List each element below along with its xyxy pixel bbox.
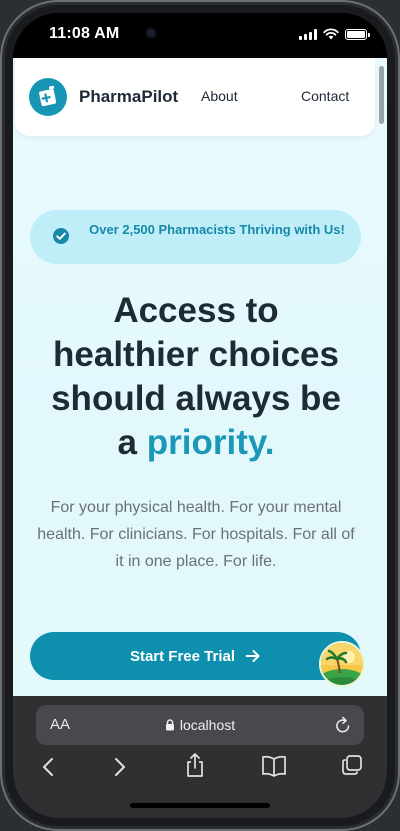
vertical-scrollbar[interactable] <box>379 66 384 124</box>
hero-title-line-1: Access to <box>113 291 279 330</box>
assistant-avatar-icon[interactable] <box>319 641 365 687</box>
brand-name[interactable]: PharmaPilot <box>79 87 178 107</box>
back-icon[interactable] <box>41 756 55 778</box>
hero-title-highlight: priority. <box>146 423 275 462</box>
reload-icon[interactable] <box>334 715 352 735</box>
hero-title-line-3: should always be <box>51 379 341 418</box>
hero-title-line-2: healthier choices <box>53 335 339 374</box>
wifi-icon <box>323 28 339 40</box>
hero-title-prefix: a <box>117 423 138 462</box>
status-bar: 11:08 AM <box>13 13 387 58</box>
forward-icon[interactable] <box>113 756 127 778</box>
lock-icon <box>165 719 174 731</box>
home-indicator[interactable] <box>130 803 270 808</box>
badge-text: Over 2,500 Pharmacists Thriving with Us! <box>89 222 345 237</box>
browser-toolbar: AA localhost <box>13 696 387 818</box>
hero-title-line-4: a priority. <box>13 421 379 465</box>
url-display[interactable]: localhost <box>36 717 364 733</box>
social-proof-badge: Over 2,500 Pharmacists Thriving with Us! <box>30 210 361 264</box>
check-circle-icon <box>53 228 69 244</box>
address-bar[interactable]: AA localhost <box>36 705 364 745</box>
nav-about-link[interactable]: About <box>201 88 238 104</box>
signal-icon <box>299 28 317 40</box>
hero-title: Access to healthier choices should alway… <box>13 289 379 465</box>
bookmarks-icon[interactable] <box>261 755 287 777</box>
nav-contact-link[interactable]: Contact <box>301 88 349 104</box>
hero-subtitle: For your physical health. For your menta… <box>37 499 355 570</box>
url-text: localhost <box>179 717 236 733</box>
share-icon[interactable] <box>184 752 206 778</box>
status-icons <box>299 28 370 40</box>
tabs-icon[interactable] <box>341 754 363 776</box>
start-free-trial-button[interactable]: Start Free Trial <box>30 632 361 680</box>
site-navbar: PharmaPilot About Contact <box>15 58 375 136</box>
phone-screen: 11:08 AM PharmaPilot About Contact Over … <box>13 13 387 818</box>
battery-icon <box>345 28 370 40</box>
arrow-right-icon <box>245 650 260 662</box>
cta-label: Start Free Trial <box>129 647 236 665</box>
logo-icon[interactable] <box>29 78 67 116</box>
status-time: 11:08 AM <box>49 25 120 42</box>
camera-icon <box>147 29 155 37</box>
web-content[interactable]: PharmaPilot About Contact Over 2,500 Pha… <box>13 58 387 706</box>
